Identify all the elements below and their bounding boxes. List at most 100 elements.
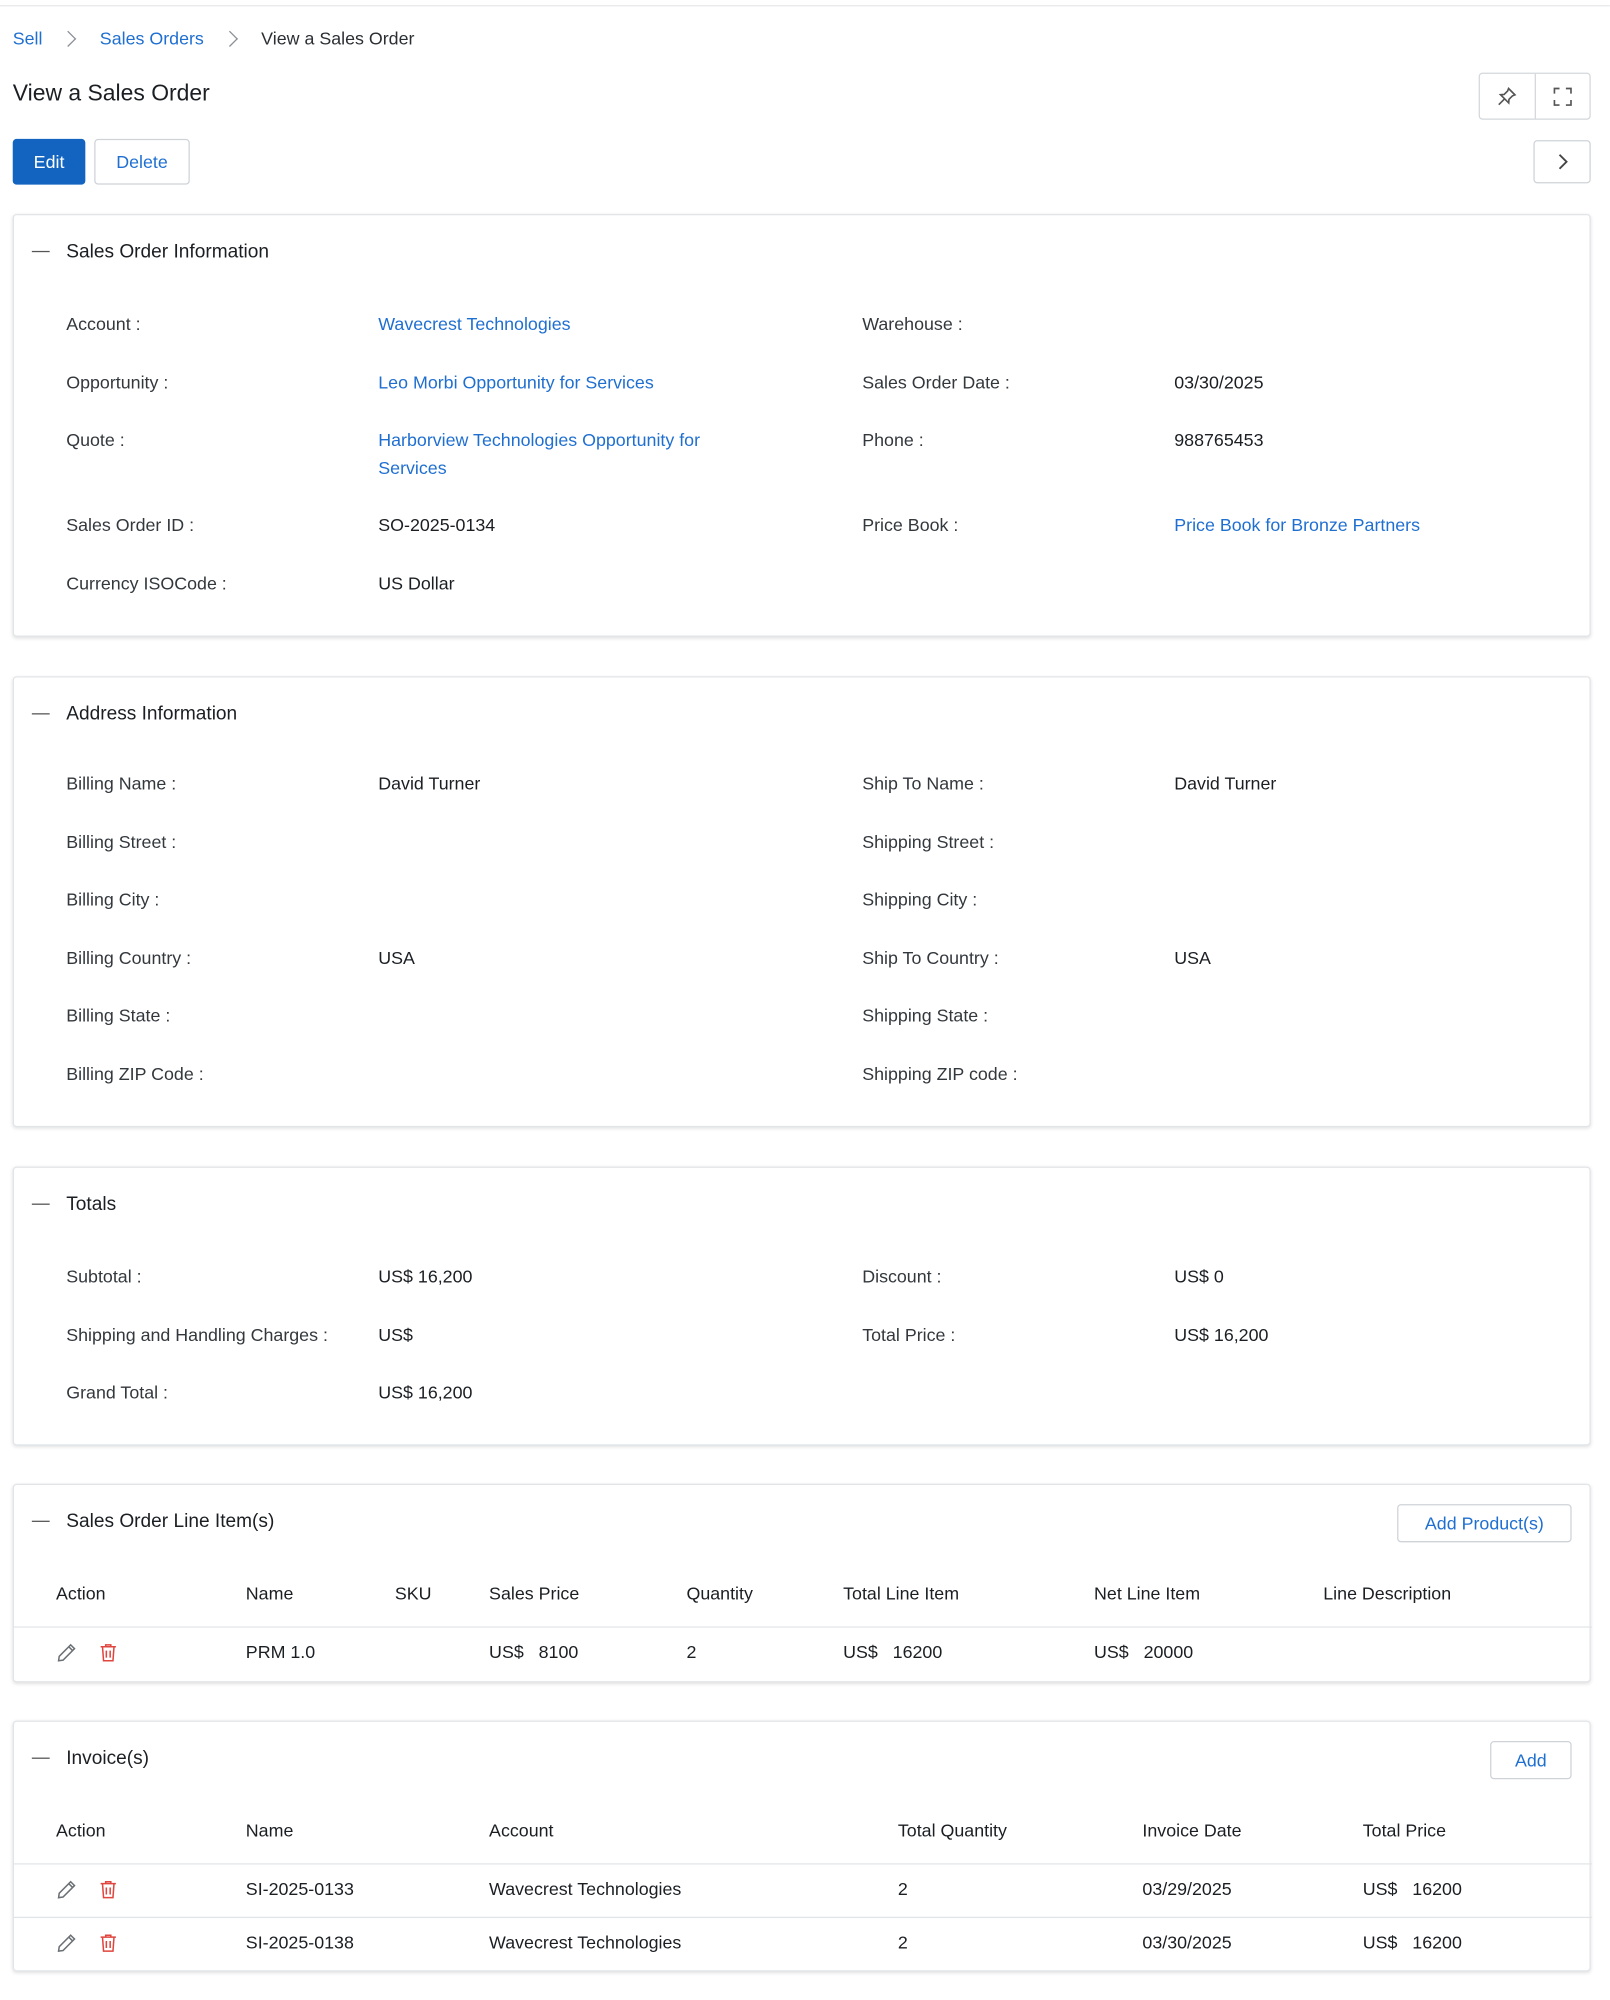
line-item-total: US$ 16200	[843, 1642, 942, 1662]
delete-button[interactable]: Delete	[94, 138, 190, 185]
line-item-quantity: 2	[686, 1641, 697, 1663]
field-label: Opportunity :	[66, 371, 169, 393]
column-header[interactable]: SKU	[395, 1583, 432, 1603]
page-title: View a Sales Order	[12, 80, 210, 106]
sales-order-information-card: Sales Order Information Account : Wavecr…	[12, 213, 1591, 637]
invoice-total-price: US$ 16200	[1363, 1932, 1462, 1952]
sales-order-date: 03/30/2025	[1174, 371, 1264, 393]
invoice-account-link[interactable]: Wavecrest Technologies	[489, 1932, 681, 1952]
amount: 16200	[892, 1641, 943, 1663]
line-item-net: US$ 20000	[1094, 1642, 1193, 1662]
invoice-account-link[interactable]: Wavecrest Technologies	[489, 1879, 681, 1899]
field-label: Total Price :	[862, 1324, 956, 1345]
field-label: Billing Street :	[66, 831, 177, 853]
price-book-link[interactable]: Price Book for Bronze Partners	[1174, 511, 1420, 539]
breadcrumb-current: View a Sales Order	[261, 28, 415, 49]
row-actions	[56, 1932, 118, 1954]
edit-pencil-icon[interactable]	[56, 1642, 78, 1664]
pin-icon	[1498, 86, 1517, 105]
fullscreen-button[interactable]	[1534, 73, 1589, 119]
currency-label: US$	[1362, 1878, 1398, 1899]
sales-order-id: SO-2025-0134	[378, 514, 496, 535]
sales-order-page: Sell Sales Orders View a Sales Order Vie…	[0, 0, 1610, 2000]
chevron-right-icon	[60, 30, 77, 47]
field-label: Price Book :	[862, 514, 959, 535]
invoice-date: 03/29/2025	[1142, 1878, 1232, 1899]
currency-label: US$	[1094, 1641, 1129, 1663]
column-header[interactable]: Net Line Item	[1094, 1583, 1200, 1603]
field-label: Billing ZIP Code :	[66, 1063, 204, 1084]
opportunity-link[interactable]: Leo Morbi Opportunity for Services	[378, 368, 654, 396]
column-header[interactable]: Name	[246, 1583, 294, 1603]
field-label: Sales Order Date :	[862, 371, 1010, 393]
currency-value: US Dollar	[378, 573, 455, 594]
field-label: Shipping State :	[862, 1004, 989, 1026]
column-header[interactable]: Total Line Item	[843, 1583, 959, 1603]
field-label: Shipping ZIP code :	[862, 1063, 1018, 1084]
billing-name: David Turner	[378, 773, 481, 794]
quote-link[interactable]: Harborview Technologies Opportunity for …	[378, 425, 700, 481]
add-invoice-button[interactable]: Add	[1490, 1741, 1572, 1780]
trash-icon[interactable]	[98, 1879, 118, 1901]
section-title: Sales Order Information	[66, 240, 270, 263]
invoice-total-price: US$ 16200	[1363, 1879, 1462, 1899]
row-actions	[56, 1879, 118, 1901]
column-header[interactable]: Total Price	[1363, 1820, 1446, 1840]
amount: 8100	[538, 1641, 579, 1663]
header-icon-group	[1478, 72, 1591, 120]
field-label: Ship To Name :	[862, 773, 984, 794]
collapse-icon	[31, 1520, 50, 1523]
add-products-button[interactable]: Add Product(s)	[1397, 1504, 1572, 1543]
section-title: Totals	[66, 1193, 117, 1216]
section-title: Address Information	[66, 703, 238, 725]
amount: 20000	[1143, 1641, 1194, 1663]
trash-icon[interactable]	[98, 1642, 118, 1664]
collapse-icon	[31, 1757, 50, 1760]
top-divider	[0, 5, 1610, 7]
section-toggle[interactable]: Sales Order Information	[31, 240, 270, 263]
column-header[interactable]: Line Description	[1323, 1583, 1451, 1603]
account-link[interactable]: Wavecrest Technologies	[378, 309, 570, 337]
field-label: Billing Name :	[66, 773, 177, 794]
amount: 16200	[1412, 1878, 1462, 1899]
breadcrumb-sales-orders[interactable]: Sales Orders	[100, 28, 204, 48]
invoice-quantity: 2	[897, 1932, 908, 1953]
total-price-value: US$ 16,200	[1174, 1324, 1269, 1345]
column-header[interactable]: Quantity	[686, 1583, 752, 1603]
invoice-name-link[interactable]: SI-2025-0133	[246, 1879, 354, 1899]
breadcrumb-sell[interactable]: Sell	[13, 28, 43, 48]
address-information-card: Address Information Billing Name : David…	[12, 676, 1591, 1128]
line-item-name-link[interactable]: PRM 1.0	[246, 1642, 315, 1662]
column-header[interactable]: Sales Price	[489, 1583, 579, 1603]
billing-country: USA	[378, 947, 415, 968]
section-toggle[interactable]: Sales Order Line Item(s)	[31, 1510, 274, 1532]
collapse-icon	[31, 1203, 50, 1206]
field-label: Account :	[66, 313, 141, 334]
section-toggle[interactable]: Address Information	[31, 703, 238, 725]
column-header: Action	[56, 1583, 106, 1604]
invoice-name-link[interactable]: SI-2025-0138	[246, 1932, 354, 1952]
ship-to-country: USA	[1174, 947, 1211, 968]
ship-to-name: David Turner	[1174, 773, 1277, 794]
column-header[interactable]: Account	[489, 1820, 553, 1840]
field-label: Billing State :	[66, 1004, 171, 1026]
section-title: Invoice(s)	[66, 1747, 150, 1770]
section-toggle[interactable]: Invoice(s)	[31, 1747, 150, 1770]
column-header[interactable]: Invoice Date	[1142, 1820, 1241, 1840]
trash-icon[interactable]	[98, 1932, 118, 1954]
section-toggle[interactable]: Totals	[31, 1193, 117, 1216]
column-header[interactable]: Name	[246, 1820, 294, 1840]
field-label: Shipping City :	[862, 888, 978, 910]
next-record-button[interactable]	[1533, 140, 1591, 184]
field-label: Phone :	[862, 429, 924, 450]
amount: 16200	[1412, 1932, 1462, 1953]
edit-button[interactable]: Edit	[12, 138, 86, 185]
edit-pencil-icon[interactable]	[56, 1879, 78, 1901]
grand-total-value: US$ 16,200	[378, 1381, 473, 1403]
column-header[interactable]: Total Quantity	[898, 1820, 1007, 1840]
field-label: Shipping and Handling Charges :	[66, 1324, 328, 1345]
line-item-sales-price: US$ 8100	[489, 1642, 578, 1662]
currency-label: US$	[489, 1641, 524, 1663]
edit-pencil-icon[interactable]	[56, 1932, 78, 1954]
pin-button[interactable]	[1480, 74, 1534, 119]
